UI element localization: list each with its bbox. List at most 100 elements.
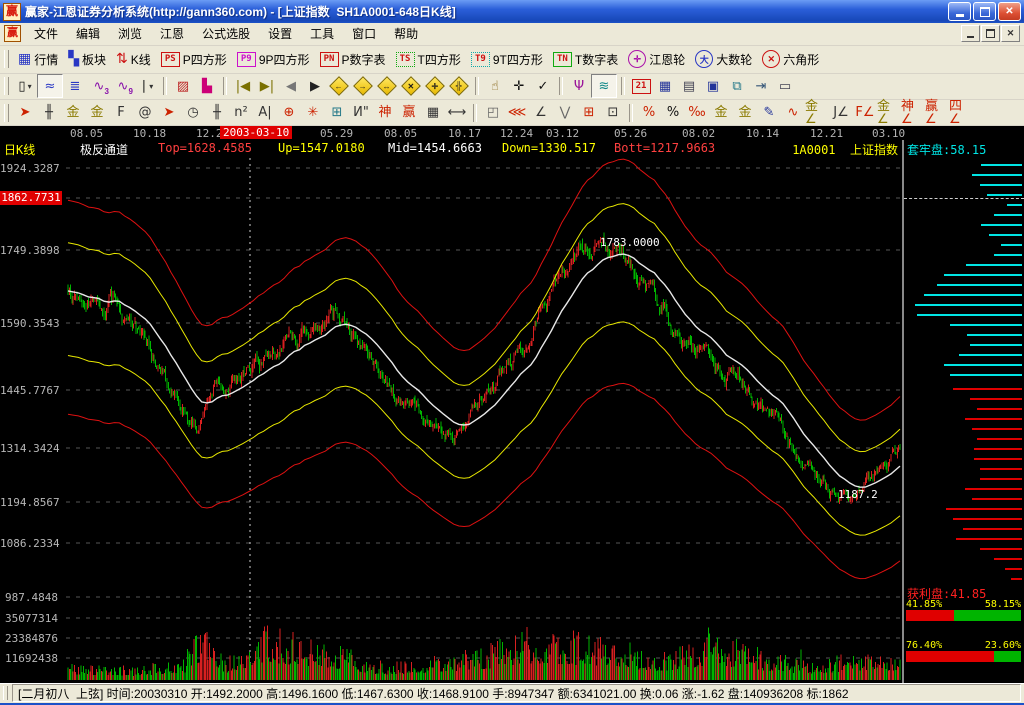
ying-angle-tool[interactable]: 赢∠ bbox=[925, 102, 949, 124]
histogram-tool[interactable]: ▙ bbox=[195, 75, 219, 97]
ying-mark-tool[interactable]: 赢 bbox=[397, 102, 421, 124]
export-tool[interactable]: ⇥ bbox=[749, 75, 773, 97]
f-ruler-tool[interactable]: F bbox=[109, 102, 133, 124]
k-mark-tool[interactable]: И" bbox=[349, 102, 373, 124]
p-square-button[interactable]: PSP四方形 bbox=[156, 49, 232, 70]
bar-style-dropdown[interactable]: ∣▾ bbox=[135, 75, 159, 97]
horn-ruler-tool[interactable]: ➤ bbox=[157, 102, 181, 124]
kline-button[interactable]: ⇅K线 bbox=[111, 49, 156, 70]
golden-gate-tool-1[interactable]: 金 bbox=[61, 102, 85, 124]
wave3-tool[interactable]: ∿3 bbox=[87, 75, 111, 97]
diamond-hmove-button[interactable]: ↔ bbox=[375, 75, 399, 97]
calculator-tool[interactable]: ▦ bbox=[653, 75, 677, 97]
print-tool[interactable]: ▭ bbox=[773, 75, 797, 97]
cycle-clock-tool[interactable]: ◷ bbox=[181, 102, 205, 124]
gann-wheel-button[interactable]: ✛江恩轮 bbox=[623, 48, 690, 70]
save-tool[interactable]: ▣ bbox=[701, 75, 725, 97]
angle-fan-tool[interactable]: ∠ bbox=[529, 102, 553, 124]
si-angle-tool[interactable]: 四∠ bbox=[949, 102, 973, 124]
toolbar-grip[interactable] bbox=[4, 77, 9, 95]
mdi-close-button[interactable]: ✕ bbox=[1001, 25, 1020, 42]
grid-blue-tool[interactable]: ⊡ bbox=[601, 102, 625, 124]
sectors-button[interactable]: ▚板块 bbox=[63, 49, 111, 70]
menu-settings[interactable]: 设置 bbox=[259, 23, 301, 44]
menu-edit[interactable]: 编辑 bbox=[67, 23, 109, 44]
draw-horn-tool[interactable]: ➤ bbox=[13, 102, 37, 124]
menu-tools[interactable]: 工具 bbox=[301, 23, 343, 44]
close-button[interactable]: ✕ bbox=[998, 2, 1021, 21]
wave-ruler-tool[interactable]: ∿ bbox=[781, 102, 805, 124]
gold-lines-tool[interactable]: 金 bbox=[733, 102, 757, 124]
diamond-right-button[interactable]: → bbox=[351, 75, 375, 97]
t9-square-button[interactable]: T99T四方形 bbox=[466, 49, 548, 70]
minimize-button[interactable] bbox=[948, 2, 971, 21]
measure-grid-tool[interactable]: ▦ bbox=[421, 102, 445, 124]
diamond-plus-button[interactable]: ✛ bbox=[423, 75, 447, 97]
diamond-left-button[interactable]: ← bbox=[327, 75, 351, 97]
next-bar-button[interactable]: ▶ bbox=[303, 75, 327, 97]
restore-button[interactable] bbox=[973, 2, 996, 21]
shen-angle-tool[interactable]: 神∠ bbox=[901, 102, 925, 124]
hand-tool[interactable]: ☝ bbox=[483, 75, 507, 97]
calendar-tool[interactable]: 21 bbox=[629, 75, 653, 97]
crosshair-tool[interactable]: ✛ bbox=[507, 75, 531, 97]
circle-target-tool[interactable]: ⊕ bbox=[277, 102, 301, 124]
chart-area[interactable]: 日K线极反通道Top=1628.4585Up=1547.0180Mid=1454… bbox=[0, 140, 904, 683]
tick-ruler-tool-2[interactable]: ╫ bbox=[205, 102, 229, 124]
prev-bar-button[interactable]: ◀ bbox=[279, 75, 303, 97]
menu-browse[interactable]: 浏览 bbox=[109, 23, 151, 44]
toolbar-grip[interactable] bbox=[4, 50, 9, 68]
sketch-tool[interactable]: ≈ bbox=[37, 74, 63, 98]
last-bar-button[interactable]: ▶| bbox=[255, 75, 279, 97]
fan-lines-tool[interactable]: ⋘ bbox=[505, 102, 529, 124]
red-pattern-tool[interactable]: ▨ bbox=[171, 75, 195, 97]
note-tool[interactable]: ≣ bbox=[63, 75, 87, 97]
v-bottom-tool[interactable]: ⋁ bbox=[553, 102, 577, 124]
diamond-cross-button[interactable]: ✕ bbox=[399, 75, 423, 97]
percent-line-tool[interactable]: % bbox=[637, 102, 661, 124]
tick-ruler-tool[interactable]: ╫ bbox=[37, 102, 61, 124]
t-square-button[interactable]: TST四方形 bbox=[391, 49, 466, 70]
hexagon-button[interactable]: ✕六角形 bbox=[757, 48, 824, 70]
wave9-tool[interactable]: ∿9 bbox=[111, 75, 135, 97]
span-measure-tool[interactable]: ⟷ bbox=[445, 102, 469, 124]
candle-style-dropdown[interactable]: ▯▾ bbox=[13, 75, 37, 97]
golden-gate-tool-2[interactable]: 金 bbox=[85, 102, 109, 124]
web-grid-tool[interactable]: ⊞ bbox=[325, 102, 349, 124]
big-number-wheel-button[interactable]: 大大数轮 bbox=[690, 48, 757, 70]
check-tool[interactable]: ✓ bbox=[531, 75, 555, 97]
percent-tool[interactable]: % bbox=[661, 102, 685, 124]
notepad-tool[interactable]: ▤ bbox=[677, 75, 701, 97]
gold-circle-tool[interactable]: 金 bbox=[709, 102, 733, 124]
grid-red-tool[interactable]: ⊞ bbox=[577, 102, 601, 124]
permille-line-tool[interactable]: ‰ bbox=[685, 102, 709, 124]
box-corner-tool[interactable]: ◰ bbox=[481, 102, 505, 124]
p-number-table-button[interactable]: PNP数字表 bbox=[315, 49, 391, 70]
menu-window[interactable]: 窗口 bbox=[343, 23, 385, 44]
quotes-button[interactable]: ▦行情 bbox=[13, 49, 63, 70]
curve-tool[interactable]: ≋ bbox=[591, 74, 617, 98]
band-tool[interactable]: Ψ bbox=[567, 75, 591, 97]
menu-formula-stock-picking[interactable]: 公式选股 bbox=[193, 23, 259, 44]
toolbar-grip[interactable] bbox=[4, 104, 9, 122]
shen-mark-tool[interactable]: 神 bbox=[373, 102, 397, 124]
t-number-table-button[interactable]: TNT数字表 bbox=[548, 49, 623, 70]
image-tool[interactable]: ⧉ bbox=[725, 75, 749, 97]
spiral-tool[interactable]: @ bbox=[133, 102, 157, 124]
gold-angle-tool[interactable]: 金∠ bbox=[805, 102, 829, 124]
first-bar-button[interactable]: |◀ bbox=[231, 75, 255, 97]
menu-help[interactable]: 帮助 bbox=[385, 23, 427, 44]
pen-ruler-tool[interactable]: ✎ bbox=[757, 102, 781, 124]
menu-gann[interactable]: 江恩 bbox=[151, 23, 193, 44]
gold-angle-tool-2[interactable]: 金∠ bbox=[877, 102, 901, 124]
candlestick-chart[interactable]: 1783.00001187.2 bbox=[0, 140, 902, 683]
a-mirror-tool[interactable]: A| bbox=[253, 102, 277, 124]
f-angle-tool[interactable]: F∠ bbox=[853, 102, 877, 124]
n-square-tool[interactable]: n² bbox=[229, 102, 253, 124]
mdi-restore-button[interactable] bbox=[981, 25, 1000, 42]
p9-square-button[interactable]: P99P四方形 bbox=[232, 49, 315, 70]
diamond-expand-button[interactable]: ╬ bbox=[447, 75, 471, 97]
titlebar[interactable]: 赢 赢家-江恩证券分析系统(http://gann360.com) - [上证指… bbox=[0, 0, 1024, 23]
j-angle-tool[interactable]: J∠ bbox=[829, 102, 853, 124]
menu-file[interactable]: 文件 bbox=[25, 23, 67, 44]
